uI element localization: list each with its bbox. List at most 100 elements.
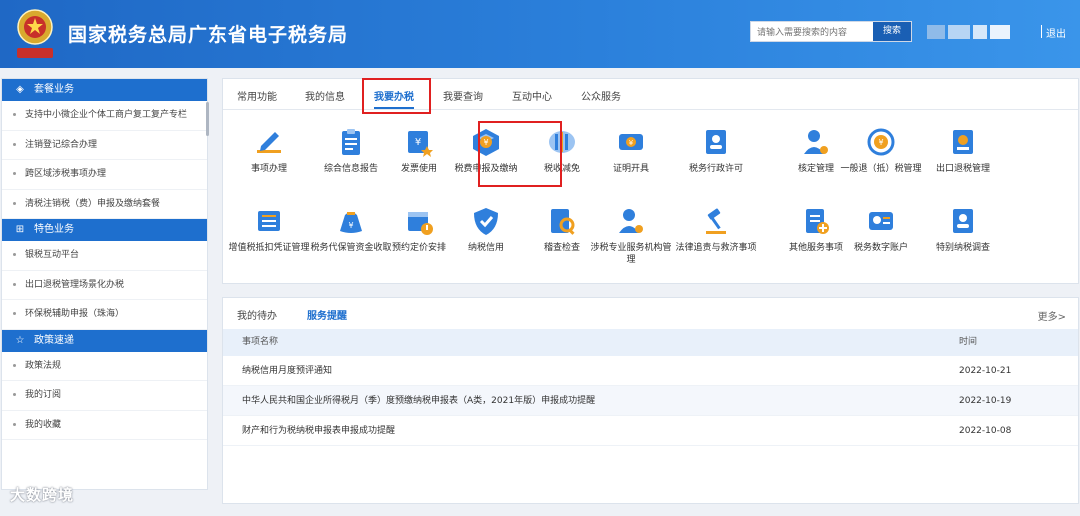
shield-check-icon	[474, 208, 498, 235]
service-item[interactable]: 事项办理	[226, 126, 312, 175]
search-input[interactable]	[751, 22, 875, 41]
tab-public-service[interactable]: 公众服务	[581, 88, 621, 103]
service-item[interactable]: 税务行政许可	[673, 126, 759, 175]
bullet-icon	[13, 282, 16, 286]
sidebar-scrollbar[interactable]	[206, 102, 209, 136]
services-panel: 常用功能 我的信息 我要办税 我要查询 互动中心 公众服务 事项办理 综合信息报告…	[222, 78, 1079, 284]
calendar-icon	[408, 212, 433, 235]
export-refund-icon	[953, 130, 973, 154]
service-item[interactable]: ¥ 一般退（抵）税管理	[838, 126, 924, 175]
section-title: 政策速递	[34, 334, 74, 346]
tax-emblem-logo	[17, 9, 53, 58]
star-icon: ☆	[15, 334, 25, 346]
table-row[interactable]: 中华人民共和国企业所得税月（季）度预缴纳税申报表（A类，2021年版）申报成功提…	[223, 386, 1078, 416]
sidebar-section-package[interactable]: ◈ 套餐业务	[2, 79, 207, 101]
row-time: 2022-10-21	[959, 366, 1012, 376]
site-title: 国家税务总局广东省电子税务局	[68, 24, 349, 46]
service-item[interactable]: 纳税信用	[443, 205, 529, 254]
bullet-icon	[13, 201, 16, 205]
ticket-icon: ¥	[619, 134, 643, 150]
service-label: 出口退税管理	[935, 164, 990, 174]
service-item[interactable]: 涉税专业服务机构管理	[588, 205, 674, 266]
col-name-header: 事项名称	[242, 337, 279, 347]
service-label: 涉税专业服务机构管理	[590, 243, 672, 265]
bullet-icon	[13, 172, 16, 175]
gavel-icon	[706, 208, 726, 234]
row-name[interactable]: 中华人民共和国企业所得税月（季）度预缴纳税申报表（A类，2021年版）申报成功提…	[242, 386, 595, 416]
service-item[interactable]: 特别纳税调查	[920, 205, 1006, 254]
tab-common[interactable]: 常用功能	[237, 88, 277, 103]
table-header: 事项名称 时间	[223, 329, 1078, 356]
top-header: 国家税务总局广东省电子税务局 搜索 退出	[0, 0, 1080, 68]
sidebar-item[interactable]: 银税互动平台	[2, 241, 207, 271]
vat-icon	[258, 211, 280, 231]
refund-icon: ¥	[867, 128, 895, 156]
service-label: 事项办理	[250, 164, 287, 174]
reminder-panel: 我的待办 服务提醒 更多> 事项名称 时间 纳税信用月度预评通知 2022-10…	[222, 297, 1079, 504]
row-time: 2022-10-19	[959, 396, 1012, 406]
svg-text:¥: ¥	[348, 221, 353, 230]
sidebar-section-special[interactable]: ⊞ 特色业务	[2, 219, 207, 241]
bullet-icon	[13, 253, 16, 256]
bullet-icon	[13, 142, 16, 146]
user-gear-icon	[804, 130, 828, 154]
main-tabs: 常用功能 我的信息 我要办税 我要查询 互动中心 公众服务	[223, 79, 1078, 110]
watermark-text: 大数跨境	[10, 486, 75, 504]
sidebar-item[interactable]: 注销登记综合办理	[2, 131, 207, 160]
sidebar-item[interactable]: 清税注销税（费）申报及缴纳套餐	[2, 190, 207, 219]
row-name[interactable]: 纳税信用月度预评通知	[242, 356, 332, 386]
tab-query[interactable]: 我要查询	[443, 88, 483, 103]
service-item[interactable]: 税务数字账户	[838, 205, 924, 254]
service-label: 税务数字账户	[853, 243, 908, 253]
sidebar-item[interactable]: 跨区域涉税事项办理	[2, 160, 207, 190]
table-row[interactable]: 财产和行为税纳税申报表申报成功提醒 2022-10-08	[223, 416, 1078, 446]
sidebar-item[interactable]: 我的订阅	[2, 381, 207, 411]
pen-icon	[257, 132, 281, 153]
sidebar-item[interactable]: 我的收藏	[2, 411, 207, 440]
clipboard-icon	[342, 129, 360, 155]
sidebar-section-policy[interactable]: ☆ 政策速递	[2, 329, 207, 352]
bullet-icon	[13, 363, 16, 367]
tab-my-info[interactable]: 我的信息	[305, 88, 345, 103]
account-icon	[869, 212, 893, 230]
user-info-blurred[interactable]	[927, 24, 1019, 40]
tab-my-pending[interactable]: 我的待办	[237, 307, 277, 322]
grid-icon: ⊞	[15, 224, 25, 235]
inspect-icon	[551, 209, 575, 235]
service-label: 法律追责与救济事项	[675, 243, 757, 253]
tab-service-reminder[interactable]: 服务提醒	[307, 307, 347, 322]
table-row[interactable]: 纳税信用月度预评通知 2022-10-21	[223, 356, 1078, 386]
highlight-box-service	[478, 121, 562, 187]
service-item[interactable]: 出口退税管理	[920, 126, 1006, 175]
sidebar: ◈ 套餐业务 支持中小微企业个体工商户复工复产专栏 注销登记综合办理 跨区域涉税…	[1, 78, 209, 490]
sidebar-item[interactable]: 出口退税管理场景化办税	[2, 271, 207, 300]
invoice-icon: ¥	[408, 131, 433, 157]
service-item[interactable]: 法律追责与救济事项	[673, 205, 759, 254]
service-label: 增值税抵扣凭证管理	[228, 243, 310, 253]
search-box: 搜索	[750, 21, 912, 42]
sidebar-item[interactable]: 支持中小微企业个体工商户复工复产专栏	[2, 101, 207, 131]
service-item[interactable]: 增值税抵扣凭证管理	[226, 205, 312, 254]
investigation-icon	[953, 209, 973, 233]
service-label: 一般退（抵）税管理	[840, 164, 922, 174]
row-time: 2022-10-08	[959, 426, 1012, 436]
search-button[interactable]: 搜索	[873, 22, 911, 41]
svg-text:¥: ¥	[415, 137, 421, 148]
money-bag-icon: ¥	[340, 212, 362, 233]
service-label: 税务行政许可	[688, 164, 743, 174]
service-label: 纳税信用	[467, 243, 504, 253]
tab-interaction[interactable]: 互动中心	[512, 88, 552, 103]
layers-icon: ◈	[16, 84, 24, 95]
service-item[interactable]: ¥ 证明开具	[588, 126, 674, 175]
bullet-icon	[13, 312, 16, 315]
svg-text:¥: ¥	[629, 139, 634, 147]
section-title: 特色业务	[34, 224, 74, 235]
header-divider	[1041, 25, 1042, 38]
row-name[interactable]: 财产和行为税纳税申报表申报成功提醒	[242, 416, 395, 446]
svg-text:¥: ¥	[878, 138, 883, 147]
sidebar-item[interactable]: 政策法规	[2, 352, 207, 381]
service-label: 特别纳税调查	[935, 243, 990, 253]
logout-link[interactable]: 退出	[1046, 25, 1066, 40]
sidebar-item[interactable]: 环保税辅助申报（珠海）	[2, 300, 207, 330]
more-link[interactable]: 更多>	[1038, 308, 1066, 323]
